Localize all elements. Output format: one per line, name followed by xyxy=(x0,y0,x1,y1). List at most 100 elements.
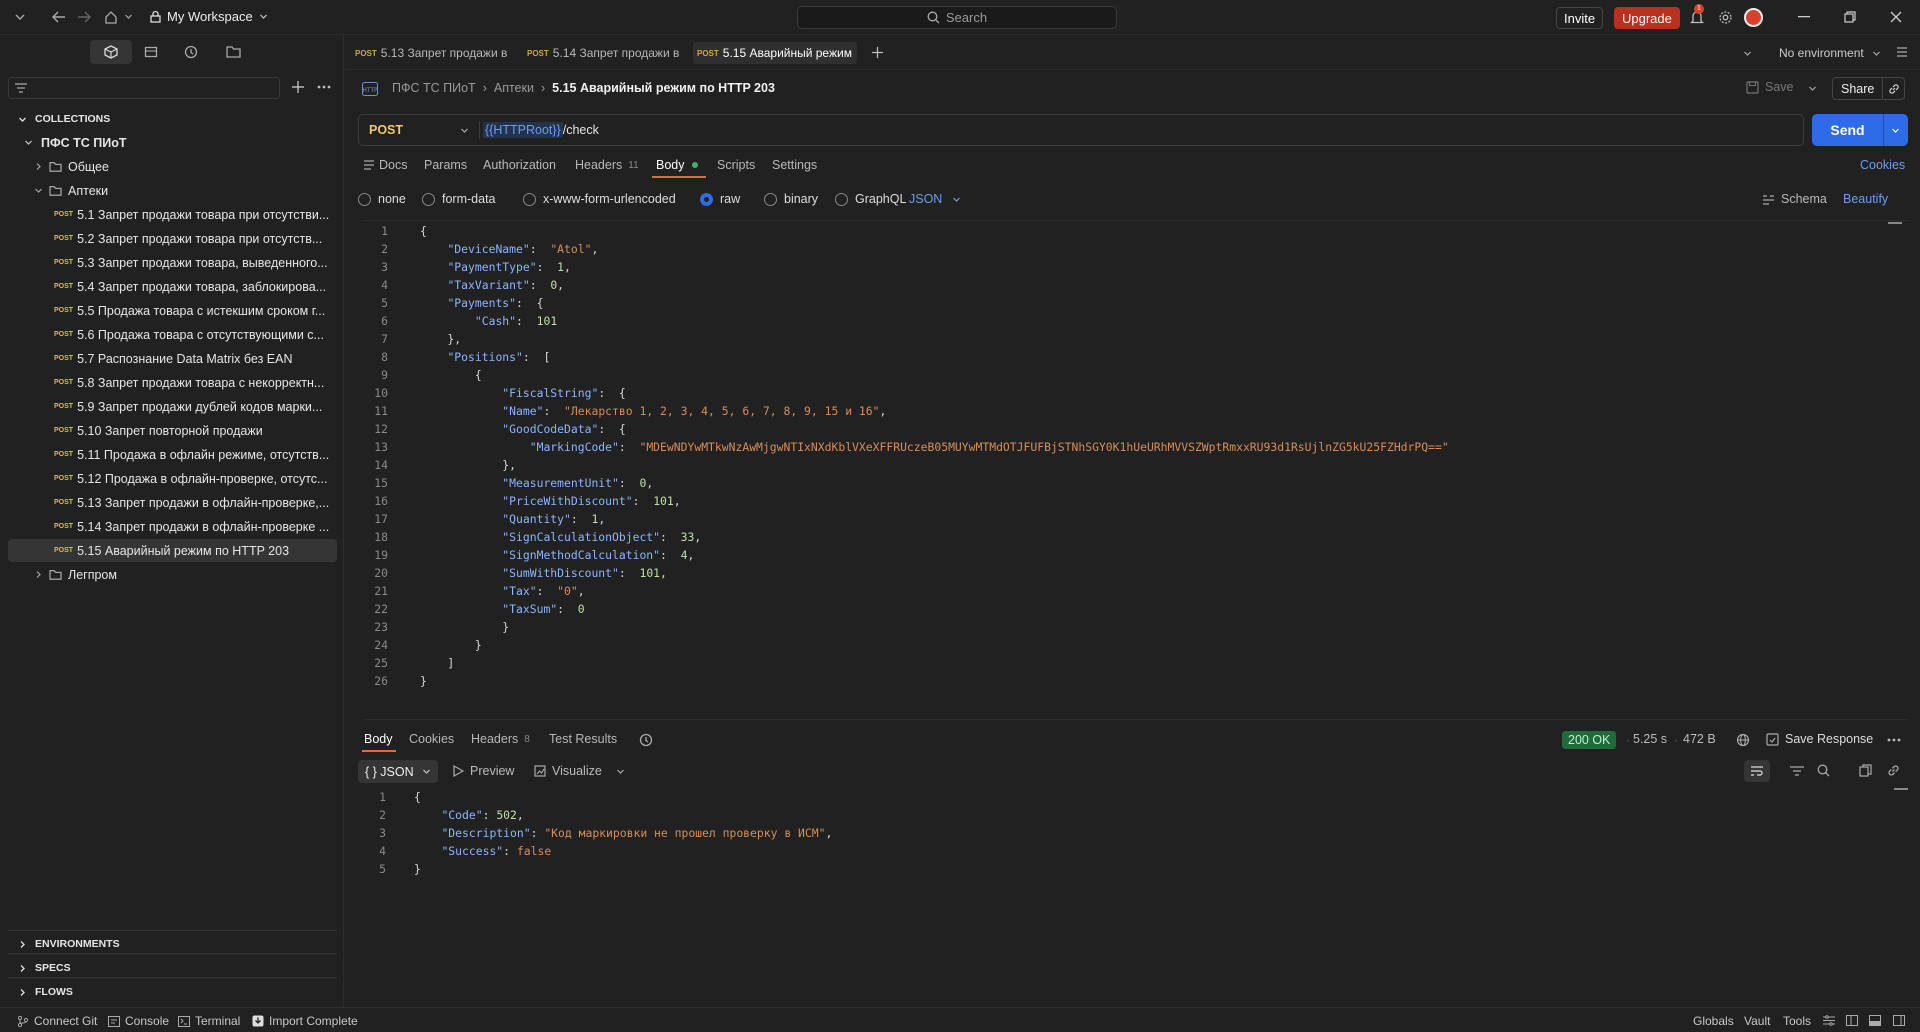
radio-urlencoded[interactable]: x-www-form-urlencoded xyxy=(523,192,700,206)
folder-item-pharmacy[interactable]: Аптеки xyxy=(8,179,337,202)
visualize-button[interactable]: Visualize xyxy=(534,764,625,778)
sidebar-request-item[interactable]: POST 5.12 Продажа в офлайн-проверке, отсу… xyxy=(8,467,337,490)
method-select[interactable]: POST xyxy=(369,115,469,145)
sidebar-request-item[interactable]: POST 5.2 Запрет продажи товара при отсутс… xyxy=(8,227,337,250)
folder-item-general[interactable]: Общее xyxy=(8,155,337,178)
sidebar-request-item[interactable]: POST 5.15 Аварийный режим по HTTP 203 xyxy=(8,539,337,562)
minimize-icon[interactable] xyxy=(1798,16,1810,18)
format-select[interactable]: JSON xyxy=(909,192,961,206)
preview-button[interactable]: Preview xyxy=(453,764,514,778)
sidebar-request-item[interactable]: POST 5.11 Продажа в офлайн режиме, отсутс… xyxy=(8,443,337,466)
search-icon[interactable] xyxy=(1817,764,1830,777)
url-input[interactable]: {{HTTPRoot}} /check xyxy=(483,115,1783,145)
url-variable[interactable]: {{HTTPRoot}} xyxy=(483,122,563,138)
history-icon[interactable] xyxy=(639,733,653,747)
bottom-pane-icon[interactable] xyxy=(1869,1015,1881,1026)
environments-section-header[interactable]: ENVIRONMENTS xyxy=(18,938,120,950)
new-tab-icon[interactable] xyxy=(871,46,884,59)
sidebar-request-item[interactable]: POST 5.1 Запрет продажи товара при отсутс… xyxy=(8,203,337,226)
search-bar[interactable]: Search xyxy=(797,6,1117,29)
response-body-viewer[interactable]: 1 {2 "Code": 502, 3 "Description": "Код ма… xyxy=(358,788,1908,998)
breadcrumb-collection[interactable]: ПФС ТС ПИоТ xyxy=(392,81,476,95)
send-button[interactable]: Send xyxy=(1812,114,1908,146)
forward-arrow-icon[interactable] xyxy=(77,11,91,23)
save-button[interactable]: Save xyxy=(1746,80,1794,94)
globals-button[interactable]: Globals xyxy=(1693,1014,1734,1028)
sidebar-request-item[interactable]: POST 5.8 Запрет продажи товара с некоррек… xyxy=(8,371,337,394)
terminal-button[interactable]: Terminal xyxy=(178,1014,240,1028)
cookies-link[interactable]: Cookies xyxy=(1860,158,1905,172)
workspace-switcher[interactable]: My Workspace xyxy=(150,9,268,24)
home-icon[interactable] xyxy=(104,10,118,24)
radio-form-data[interactable]: form-data xyxy=(422,192,523,206)
panel-toggle-icon[interactable] xyxy=(1896,46,1908,58)
wrap-toggle[interactable] xyxy=(1744,760,1770,782)
history-icon[interactable] xyxy=(184,45,198,59)
tab-request-5-14[interactable]: POST 5.14 Запрет продажи в xyxy=(523,42,689,64)
response-tab-test-results[interactable]: Test Results xyxy=(549,732,617,746)
sidebar-request-item[interactable]: POST 5.4 Запрет продажи товара, заблокиро… xyxy=(8,275,337,298)
sidebar-request-item[interactable]: POST 5.10 Запрет повторной продажи xyxy=(8,419,337,442)
schema-button[interactable]: Schema xyxy=(1762,192,1827,206)
radio-button[interactable] xyxy=(358,192,371,206)
radio-button[interactable] xyxy=(523,192,536,206)
close-icon[interactable] xyxy=(1890,11,1902,23)
invite-button[interactable]: Invite xyxy=(1556,7,1604,29)
response-size[interactable]: 472 B xyxy=(1683,732,1716,746)
response-tab-body[interactable]: Body xyxy=(364,732,393,746)
tools-button[interactable]: Tools xyxy=(1783,1014,1811,1028)
radio-button[interactable] xyxy=(835,192,848,206)
sidebar-request-item[interactable]: POST 5.7 Распознание Data Matrix без EAN xyxy=(8,347,337,370)
flows-section-header[interactable]: FLOWS xyxy=(18,986,73,998)
response-time[interactable]: 5.25 s xyxy=(1633,732,1667,746)
collections-section-header[interactable]: COLLECTIONS xyxy=(18,113,110,125)
radio-button[interactable] xyxy=(700,192,713,206)
link-icon[interactable] xyxy=(1882,78,1904,99)
radio-raw[interactable]: raw xyxy=(700,192,764,206)
tab-request-5-13[interactable]: POST 5.13 Запрет продажи в xyxy=(351,42,519,64)
tab-headers[interactable]: Headers 11 xyxy=(575,158,639,172)
avatar[interactable] xyxy=(1744,8,1763,27)
radio-button[interactable] xyxy=(764,192,777,206)
tab-scripts[interactable]: Scripts xyxy=(717,158,755,172)
save-options-chevron-icon[interactable] xyxy=(1808,84,1817,93)
tabs-menu-chevron-icon[interactable] xyxy=(1743,49,1752,58)
tab-docs[interactable]: Docs xyxy=(364,158,407,172)
environment-selector[interactable]: No environment xyxy=(1779,46,1881,60)
import-status[interactable]: Import Complete xyxy=(252,1014,358,1028)
response-tab-cookies[interactable]: Cookies xyxy=(409,732,454,746)
share-button[interactable]: Share xyxy=(1832,77,1906,100)
more-options-icon[interactable] xyxy=(1887,738,1901,742)
radio-graphql[interactable]: GraphQL xyxy=(835,192,909,206)
specs-section-header[interactable]: SPECS xyxy=(18,962,71,974)
save-response-button[interactable]: Save Response xyxy=(1766,732,1873,746)
radio-none[interactable]: none xyxy=(358,192,422,206)
sidebar-request-item[interactable]: POST 5.3 Запрет продажи товара, выведенно… xyxy=(8,251,337,274)
response-format-select[interactable]: { } JSON xyxy=(358,760,438,783)
copy-icon[interactable] xyxy=(1859,764,1872,777)
folder-item-legprom[interactable]: Легпром xyxy=(8,563,337,586)
tab-request-5-15[interactable]: POST 5.15 Аварийный режим xyxy=(693,42,857,64)
menu-chevron-icon[interactable] xyxy=(14,11,26,23)
add-icon[interactable] xyxy=(291,80,305,94)
home-chevron-icon[interactable] xyxy=(124,12,133,21)
sidebar-request-item[interactable]: POST 5.13 Запрет продажи в офлайн-проверк… xyxy=(8,491,337,514)
tab-authorization[interactable]: Authorization xyxy=(483,158,556,172)
collection-item[interactable]: ПФС ТС ПИоТ xyxy=(8,131,337,154)
globe-icon[interactable] xyxy=(1736,733,1750,747)
link-icon[interactable] xyxy=(1887,764,1900,777)
beautify-button[interactable]: Beautify xyxy=(1843,192,1888,206)
more-options-icon[interactable] xyxy=(317,85,331,89)
folder-icon[interactable] xyxy=(226,45,241,58)
two-pane-icon[interactable] xyxy=(1846,1015,1858,1026)
response-tab-headers[interactable]: Headers 8 xyxy=(471,732,530,746)
request-body-editor[interactable]: 1 {2 "DeviceName": "Atol", 3 "PaymentType"… xyxy=(364,220,1908,720)
tab-params[interactable]: Params xyxy=(424,158,467,172)
filter-icon[interactable] xyxy=(1790,766,1804,776)
filter-input[interactable] xyxy=(8,77,280,99)
environments-icon[interactable] xyxy=(144,45,158,59)
restore-icon[interactable] xyxy=(1844,11,1856,23)
tab-settings[interactable]: Settings xyxy=(772,158,817,172)
layout-settings-icon[interactable] xyxy=(1823,1015,1835,1026)
tab-body[interactable]: Body xyxy=(656,158,698,172)
